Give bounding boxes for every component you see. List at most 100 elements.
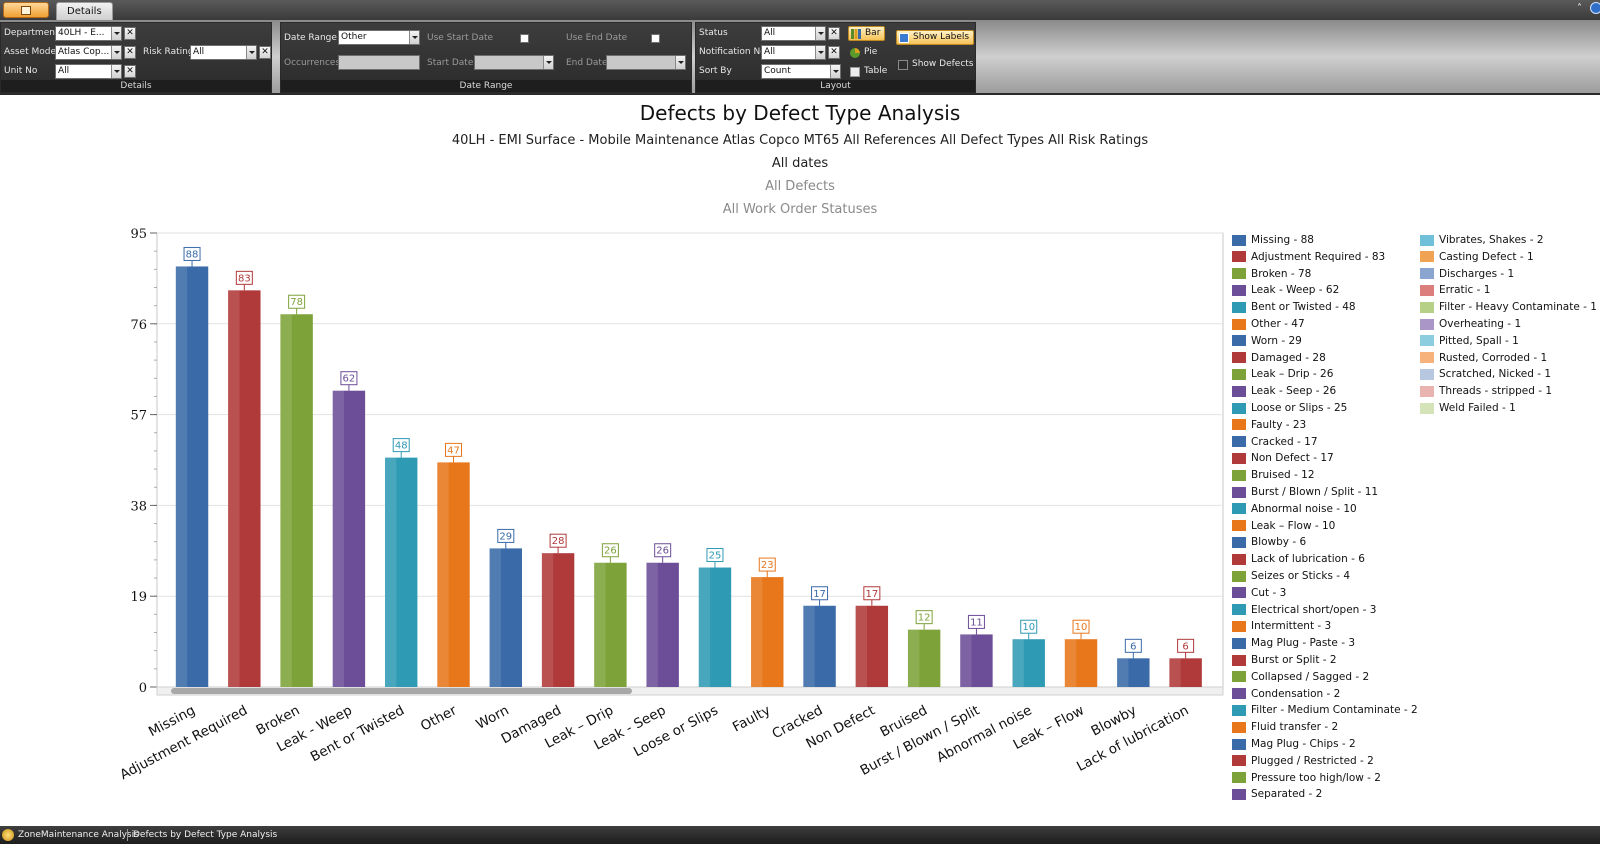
clear-unit-no-button[interactable]: ✕ xyxy=(124,65,136,78)
legend-label: Vibrates, Shakes - 2 xyxy=(1439,234,1544,246)
chevron-down-icon[interactable] xyxy=(830,65,840,78)
legend-label: Bent or Twisted - 48 xyxy=(1251,301,1356,314)
x-tick-label: Other xyxy=(418,702,460,734)
legend-item: Lack of lubrication - 6 xyxy=(1232,552,1365,566)
legend-swatch xyxy=(1232,452,1246,464)
bar-chart: 0193857769588Missing83Adjustment Require… xyxy=(117,227,1224,783)
show-defects-toggle[interactable]: Show Defects xyxy=(896,57,977,72)
date-range-group: Date Range Other Occurrences Use Start D… xyxy=(280,22,692,93)
legend-label: Leak – Flow - 10 xyxy=(1251,519,1336,532)
use-start-date-checkbox[interactable] xyxy=(520,34,529,43)
data-label: 17 xyxy=(813,589,826,600)
legend-item: Abnormal noise - 10 xyxy=(1232,502,1357,516)
data-label: 10 xyxy=(1022,622,1035,633)
status-select[interactable]: All xyxy=(761,26,826,41)
bar-highlight xyxy=(855,605,867,687)
legend-item: Loose or Slips - 25 xyxy=(1232,401,1347,415)
legend-label: Missing - 88 xyxy=(1251,234,1314,246)
department-select[interactable]: 40LH - E... xyxy=(55,26,122,41)
legend-swatch xyxy=(1420,234,1434,246)
legend-swatch xyxy=(1232,352,1246,364)
unit-no-value: All xyxy=(58,66,70,76)
legend-swatch xyxy=(1232,469,1246,481)
clear-department-button[interactable]: ✕ xyxy=(124,27,136,40)
chevron-down-icon[interactable] xyxy=(409,31,419,44)
table-icon xyxy=(850,66,860,77)
bar-chart-option[interactable]: Bar xyxy=(848,26,886,41)
occurrences-input[interactable] xyxy=(338,55,420,70)
table-option[interactable]: Table xyxy=(848,64,891,79)
legend-label: Intermittent - 3 xyxy=(1251,620,1332,633)
legend-item: Faulty - 23 xyxy=(1232,418,1306,432)
chevron-down-icon[interactable] xyxy=(815,27,825,40)
chevron-down-icon[interactable] xyxy=(111,46,121,59)
legend-label: Adjustment Required - 83 xyxy=(1251,250,1386,263)
end-date-label: End Date xyxy=(566,58,608,68)
chevron-down-icon[interactable] xyxy=(111,27,121,40)
chevron-down-icon[interactable] xyxy=(675,56,685,69)
legend-label: Collapsed / Sagged - 2 xyxy=(1251,670,1370,683)
legend-label: Plugged / Restricted - 2 xyxy=(1251,754,1374,767)
use-end-date-checkbox[interactable] xyxy=(651,34,660,43)
legend-label: Electrical short/open - 3 xyxy=(1251,603,1377,616)
legend-item: Non Defect - 17 xyxy=(1232,451,1334,465)
unit-no-select[interactable]: All xyxy=(55,64,122,79)
application-menu-button[interactable] xyxy=(3,2,49,18)
help-icon[interactable] xyxy=(1590,2,1600,14)
legend-item: Electrical short/open - 3 xyxy=(1232,603,1376,617)
chevron-down-icon[interactable] xyxy=(246,46,256,59)
data-label: 12 xyxy=(918,613,931,624)
chevron-down-icon[interactable] xyxy=(543,56,553,69)
legend-label: Leak - Seep - 26 xyxy=(1251,385,1337,398)
show-labels-toggle[interactable]: Show Labels xyxy=(896,30,975,45)
bar-highlight xyxy=(280,314,292,687)
status-app-name: ZoneMaintenance Analysis xyxy=(18,830,139,840)
data-label: 88 xyxy=(186,249,199,260)
clear-risk-rating-button[interactable]: ✕ xyxy=(259,46,271,59)
bar-highlight xyxy=(437,462,449,687)
bar-highlight xyxy=(751,577,763,687)
legend-item: Vibrates, Shakes - 2 xyxy=(1420,233,1544,247)
sort-by-label: Sort By xyxy=(699,66,732,76)
clear-asset-model-button[interactable]: ✕ xyxy=(124,46,136,59)
legend-item: Threads - stripped - 1 xyxy=(1420,384,1552,398)
date-range-select[interactable]: Other xyxy=(338,30,420,45)
clear-status-button[interactable]: ✕ xyxy=(828,27,840,40)
legend-swatch xyxy=(1232,671,1246,683)
clear-notification-no-button[interactable]: ✕ xyxy=(828,46,840,59)
legend-item: Adjustment Required - 83 xyxy=(1232,250,1385,264)
app-logo-icon xyxy=(2,829,14,841)
legend-swatch xyxy=(1232,301,1246,313)
show-defects-checkbox[interactable] xyxy=(898,59,908,70)
risk-rating-label: Risk Rating xyxy=(143,47,194,57)
legend-item: Bruised - 12 xyxy=(1232,468,1315,482)
bar-highlight xyxy=(960,634,972,687)
pie-option-label: Pie xyxy=(864,47,878,57)
risk-rating-select[interactable]: All xyxy=(190,45,257,60)
asset-model-select[interactable]: Atlas Cop... xyxy=(55,45,122,60)
details-group: Department 40LH - E... ✕ Asset Model Atl… xyxy=(0,22,272,93)
bar-highlight xyxy=(698,567,711,687)
tab-details[interactable]: Details xyxy=(56,2,113,20)
end-date-picker[interactable] xyxy=(606,55,686,70)
legend-item: Mag Plug - Paste - 3 xyxy=(1232,636,1355,650)
sort-by-select[interactable]: Count xyxy=(761,64,841,79)
start-date-picker[interactable] xyxy=(474,55,554,70)
unit-no-label: Unit No xyxy=(4,66,38,76)
legend-swatch xyxy=(1232,486,1246,498)
status-bar: ZoneMaintenance Analysis Defects by Defe… xyxy=(0,826,1600,844)
collapse-ribbon-icon[interactable]: ˄ xyxy=(1577,3,1582,14)
pie-chart-option[interactable]: Pie xyxy=(848,45,881,60)
data-label: 78 xyxy=(290,297,303,308)
chevron-down-icon[interactable] xyxy=(111,65,121,78)
data-label: 62 xyxy=(343,374,356,385)
occurrences-label: Occurrences xyxy=(284,58,341,68)
legend-swatch xyxy=(1232,419,1246,431)
chevron-down-icon[interactable] xyxy=(815,46,825,59)
notification-no-select[interactable]: All xyxy=(761,45,826,60)
legend-label: Filter - Medium Contaminate - 2 xyxy=(1251,704,1418,717)
legend-item: Fluid transfer - 2 xyxy=(1232,720,1338,734)
bar-chart-icon xyxy=(851,28,861,39)
legend-label: Discharges - 1 xyxy=(1439,267,1515,280)
legend-label: Threads - stripped - 1 xyxy=(1439,385,1553,398)
